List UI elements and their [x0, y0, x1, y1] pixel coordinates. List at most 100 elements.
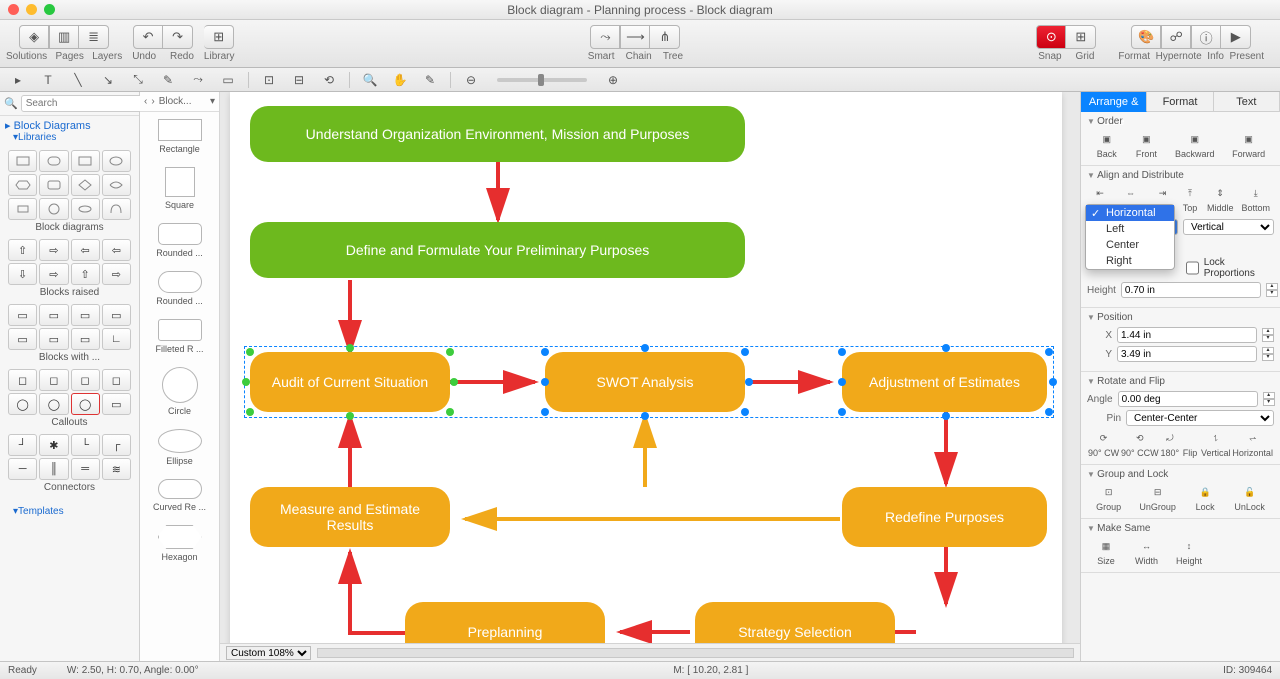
- sline-tool[interactable]: ↘: [98, 71, 118, 89]
- flip-v-icon[interactable]: ⥍: [1207, 430, 1225, 446]
- zoom-slider[interactable]: [497, 78, 587, 82]
- shape-hexagon[interactable]: Hexagon: [140, 518, 219, 568]
- node-measure[interactable]: Measure and Estimate Results: [250, 487, 450, 547]
- rotate-cw-icon[interactable]: ⟳: [1095, 430, 1113, 446]
- format-button[interactable]: 🎨: [1131, 25, 1161, 49]
- palette-connectors[interactable]: ┘✱└┌ ─║═≋: [8, 434, 131, 480]
- palette-blocks-with[interactable]: ▭▭▭▭ ▭▭▭∟: [8, 304, 131, 350]
- lock-proportions-check[interactable]: [1186, 260, 1199, 276]
- node-define[interactable]: Define and Formulate Your Preliminary Pu…: [250, 222, 745, 278]
- lock-icon[interactable]: 🔒: [1194, 484, 1216, 500]
- redo-button[interactable]: ↷: [163, 25, 193, 49]
- undo-button[interactable]: ↶: [133, 25, 163, 49]
- nav-back-icon[interactable]: ‹: [144, 96, 147, 107]
- shape-ellipse[interactable]: Ellipse: [140, 422, 219, 472]
- menu-horizontal[interactable]: Horizontal: [1086, 205, 1174, 221]
- align-right-icon[interactable]: ⇥: [1153, 185, 1171, 201]
- rect-tool[interactable]: ▭: [218, 71, 238, 89]
- canvas[interactable]: Understand Organization Environment, Mis…: [230, 92, 1062, 661]
- tab-text[interactable]: Text: [1214, 92, 1280, 112]
- align-center-icon[interactable]: ⇔: [1121, 185, 1139, 201]
- align-left-icon[interactable]: ⇤: [1091, 185, 1109, 201]
- rotate-ccw-icon[interactable]: ⟲: [1131, 430, 1149, 446]
- rotate-180-icon[interactable]: ⤾: [1161, 430, 1179, 446]
- erase-tool[interactable]: ✎: [158, 71, 178, 89]
- tab-arrange[interactable]: Arrange & Size: [1081, 92, 1147, 112]
- shape-rounded2[interactable]: Rounded ...: [140, 264, 219, 312]
- breadcrumb[interactable]: Block...: [159, 96, 192, 107]
- align-top-icon[interactable]: ⤒: [1181, 185, 1199, 201]
- strip-menu-icon[interactable]: ▾: [210, 96, 215, 107]
- canvas-area[interactable]: Understand Organization Environment, Mis…: [220, 92, 1080, 661]
- grid-button[interactable]: ⊞: [1066, 25, 1096, 49]
- distribute-menu[interactable]: Horizontal Left Center Right: [1085, 204, 1175, 270]
- angle-input[interactable]: [1118, 391, 1258, 407]
- snap-button[interactable]: ⊙: [1036, 25, 1066, 49]
- dropper-tool[interactable]: ✎: [420, 71, 440, 89]
- node-understand[interactable]: Understand Organization Environment, Mis…: [250, 106, 745, 162]
- pointer-tool[interactable]: ▸: [8, 71, 28, 89]
- section-position[interactable]: Position: [1087, 312, 1274, 323]
- present-button[interactable]: ▶: [1221, 25, 1251, 49]
- text-tool[interactable]: T: [38, 71, 58, 89]
- zoom-select[interactable]: Custom 108%: [226, 646, 311, 660]
- layers-button[interactable]: ≣: [79, 25, 109, 49]
- zoom-out-icon[interactable]: ⊖: [461, 71, 481, 89]
- same-size-icon[interactable]: ▦: [1095, 538, 1117, 554]
- y-input[interactable]: [1117, 346, 1257, 362]
- order-front-icon[interactable]: ▣: [1135, 131, 1157, 147]
- zoom-in-tool[interactable]: 🔍: [360, 71, 380, 89]
- shape-circle[interactable]: Circle: [140, 360, 219, 422]
- palette-callouts[interactable]: ◻◻◻◻ ◯◯◯▭: [8, 369, 131, 415]
- order-backward-icon[interactable]: ▣: [1184, 131, 1206, 147]
- group-icon[interactable]: ⊡: [1098, 484, 1120, 500]
- ungroup-icon[interactable]: ⊟: [1147, 484, 1169, 500]
- nav-fwd-icon[interactable]: ›: [151, 96, 154, 107]
- smart-button[interactable]: ⤳: [590, 25, 620, 49]
- ungroup-tool[interactable]: ⊟: [289, 71, 309, 89]
- section-rotate[interactable]: Rotate and Flip: [1087, 376, 1274, 387]
- distribute-v-select[interactable]: Vertical: [1183, 219, 1274, 235]
- order-back-icon[interactable]: ▣: [1096, 131, 1118, 147]
- shape-curved-rect[interactable]: Curved Re ...: [140, 472, 219, 518]
- shape-rectangle[interactable]: Rectangle: [140, 112, 219, 160]
- tab-format[interactable]: Format: [1147, 92, 1213, 112]
- align-bottom-icon[interactable]: ⤓: [1247, 185, 1265, 201]
- order-forward-icon[interactable]: ▣: [1238, 131, 1260, 147]
- height-input[interactable]: [1121, 282, 1261, 298]
- pages-button[interactable]: ▥: [49, 25, 79, 49]
- zoom-in-icon[interactable]: ⊕: [603, 71, 623, 89]
- tree-button[interactable]: ⋔: [650, 25, 680, 49]
- menu-right[interactable]: Right: [1086, 253, 1174, 269]
- tree-block-diagrams[interactable]: ▸ Block Diagrams: [5, 119, 134, 132]
- section-align[interactable]: Align and Distribute: [1087, 170, 1274, 181]
- flip-h-icon[interactable]: ⥋: [1244, 430, 1262, 446]
- palette-block-diagrams[interactable]: [8, 150, 131, 220]
- line-tool[interactable]: ╲: [68, 71, 88, 89]
- pin-select[interactable]: Center-Center: [1126, 410, 1274, 426]
- unlock-icon[interactable]: 🔓: [1239, 484, 1261, 500]
- library-button[interactable]: ⊞: [204, 25, 234, 49]
- chain-button[interactable]: ⟶: [620, 25, 650, 49]
- section-same[interactable]: Make Same: [1087, 523, 1274, 534]
- hscroll[interactable]: [317, 648, 1074, 658]
- tree-templates[interactable]: ▾Templates: [13, 506, 134, 517]
- info-button[interactable]: ⓘ: [1191, 25, 1221, 49]
- shape-rounded1[interactable]: Rounded ...: [140, 216, 219, 264]
- palette-blocks-raised[interactable]: ⇧⇨⇦⇦ ⇩⇨⇧⇨: [8, 239, 131, 285]
- same-width-icon[interactable]: ↔: [1136, 538, 1158, 554]
- shape-filleted[interactable]: Filleted R ...: [140, 312, 219, 360]
- hypernote-button[interactable]: ☍: [1161, 25, 1191, 49]
- section-order[interactable]: Order: [1087, 116, 1274, 127]
- same-height-icon[interactable]: ↕: [1178, 538, 1200, 554]
- hand-tool[interactable]: ✋: [390, 71, 410, 89]
- height-stepper[interactable]: ▴▾: [1266, 283, 1278, 297]
- rotate-tool[interactable]: ⟲: [319, 71, 339, 89]
- solutions-button[interactable]: ◈: [19, 25, 49, 49]
- group-tool[interactable]: ⊡: [259, 71, 279, 89]
- node-redefine[interactable]: Redefine Purposes: [842, 487, 1047, 547]
- menu-left[interactable]: Left: [1086, 221, 1174, 237]
- align-middle-icon[interactable]: ⇕: [1211, 185, 1229, 201]
- tree-libraries[interactable]: ▾Libraries: [13, 132, 134, 143]
- dline-tool[interactable]: ⤡: [128, 71, 148, 89]
